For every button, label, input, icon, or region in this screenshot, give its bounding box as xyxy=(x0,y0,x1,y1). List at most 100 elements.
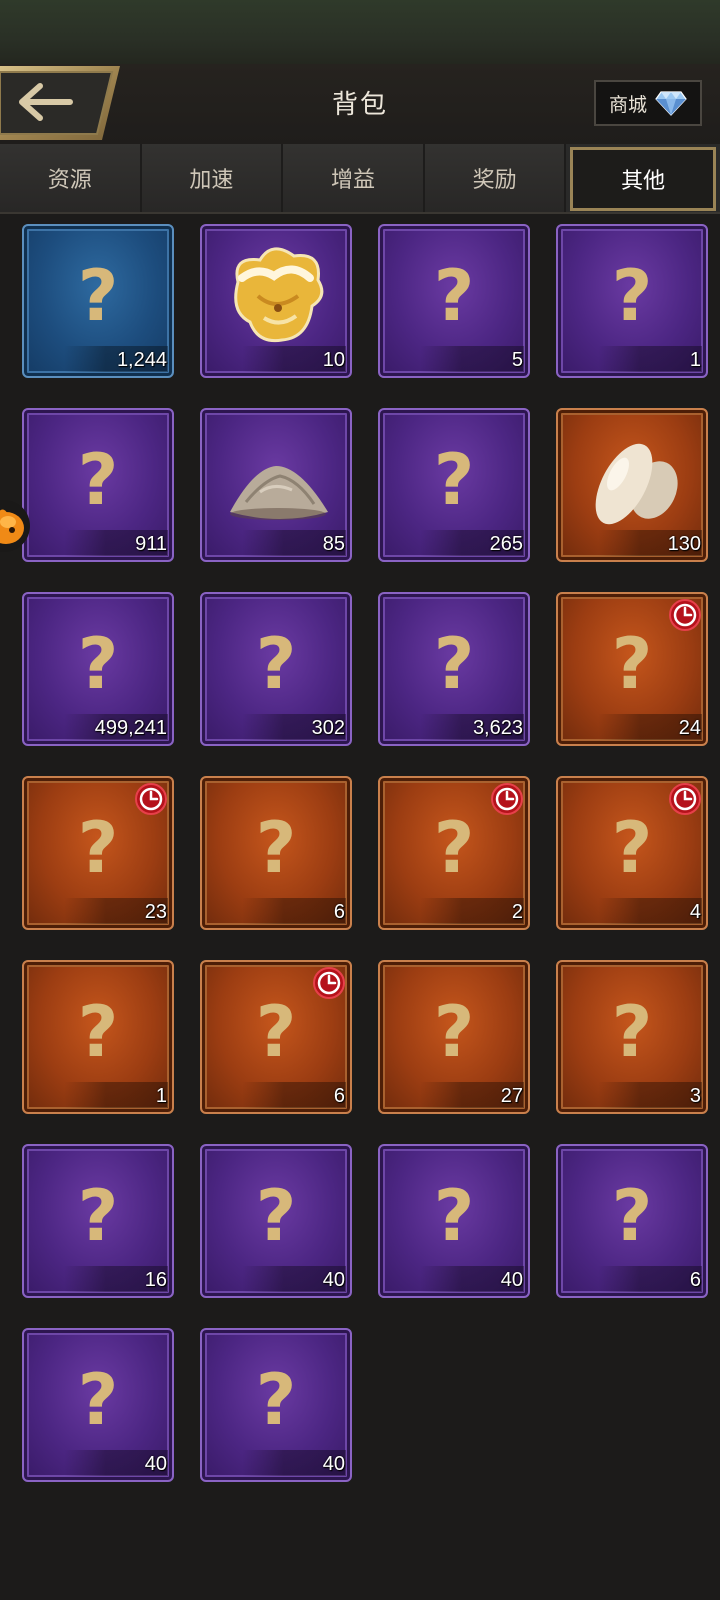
question-mark-icon: ? xyxy=(611,623,653,705)
item-count: 911 xyxy=(135,533,167,555)
tab-rewards[interactable]: 奖励 xyxy=(424,144,567,212)
inventory-item[interactable]: ? 911 xyxy=(22,408,174,562)
shop-button-label: 商城 xyxy=(608,94,647,116)
item-count: 40 xyxy=(322,1453,345,1475)
inventory-grid: ? 1,244 10? 5? 1? 911 85? 265 130? 499,241? 302? 3,… xyxy=(22,224,712,1482)
item-count: 40 xyxy=(144,1453,167,1475)
tab-other[interactable]: 其他 xyxy=(570,147,716,211)
item-count: 6 xyxy=(689,1269,701,1291)
item-count: 4 xyxy=(689,901,701,923)
question-mark-icon: ? xyxy=(611,255,653,337)
inventory-item[interactable]: ? 302 xyxy=(200,592,352,746)
inventory-item[interactable]: ? 6 xyxy=(200,960,352,1114)
inventory-item[interactable]: 85 xyxy=(200,408,352,562)
inventory-item[interactable]: ? 27 xyxy=(378,960,530,1114)
question-mark-icon: ? xyxy=(611,991,653,1073)
question-mark-icon: ? xyxy=(433,623,475,705)
question-mark-icon: ? xyxy=(611,1175,653,1257)
inventory-item[interactable]: ? 3,623 xyxy=(378,592,530,746)
inventory-item[interactable]: ? 1,244 xyxy=(22,224,174,378)
diamond-icon xyxy=(655,91,687,116)
inventory-item[interactable]: ? 1 xyxy=(22,960,174,1114)
inventory-item[interactable]: ? 1 xyxy=(556,224,708,378)
item-count: 85 xyxy=(322,533,345,555)
question-mark-icon: ? xyxy=(611,807,653,889)
item-count: 23 xyxy=(144,901,167,923)
question-mark-icon: ? xyxy=(77,1175,119,1257)
inventory-item[interactable]: ? 40 xyxy=(22,1328,174,1482)
floating-assistant-icon[interactable] xyxy=(0,494,38,558)
item-count: 3 xyxy=(689,1085,701,1107)
item-count: 5 xyxy=(511,349,523,371)
item-count: 27 xyxy=(500,1085,523,1107)
inventory-item[interactable]: ? 23 xyxy=(22,776,174,930)
item-count: 3,623 xyxy=(472,717,523,739)
inventory-item[interactable]: ? 3 xyxy=(556,960,708,1114)
inventory-item[interactable]: ? 6 xyxy=(556,1144,708,1298)
inventory-item[interactable]: ? 6 xyxy=(200,776,352,930)
header-bar: 背包 商城 xyxy=(0,64,720,144)
inventory-item[interactable]: 130 xyxy=(556,408,708,562)
category-tabs: 资源 加速 增益 奖励 其他 xyxy=(0,144,720,214)
question-mark-icon: ? xyxy=(77,807,119,889)
item-count: 10 xyxy=(322,349,345,371)
inventory-item[interactable]: ? 40 xyxy=(200,1144,352,1298)
tab-boosts[interactable]: 增益 xyxy=(283,144,425,212)
count-background xyxy=(242,1082,346,1108)
count-background xyxy=(598,1082,702,1108)
item-count: 302 xyxy=(311,717,345,739)
question-mark-icon: ? xyxy=(433,991,475,1073)
item-count: 16 xyxy=(144,1269,167,1291)
item-count: 1,244 xyxy=(116,349,167,371)
item-count: 265 xyxy=(489,533,523,555)
item-count: 40 xyxy=(500,1269,523,1291)
question-mark-icon: ? xyxy=(77,623,119,705)
item-count: 1 xyxy=(689,349,701,371)
clock-icon xyxy=(135,783,167,815)
top-background xyxy=(0,0,720,64)
item-count: 1 xyxy=(155,1085,167,1107)
tab-speedups[interactable]: 加速 xyxy=(141,144,284,212)
count-background xyxy=(598,1266,702,1292)
count-background xyxy=(64,1082,168,1108)
item-count: 130 xyxy=(667,533,701,555)
item-count: 6 xyxy=(333,1085,345,1107)
question-mark-icon: ? xyxy=(255,807,297,889)
inventory-item[interactable]: ? 4 xyxy=(556,776,708,930)
tab-resources[interactable]: 资源 xyxy=(0,144,142,212)
inventory-item[interactable]: 10 xyxy=(200,224,352,378)
clock-icon xyxy=(669,599,701,631)
question-mark-icon: ? xyxy=(433,1175,475,1257)
inventory-item[interactable]: ? 24 xyxy=(556,592,708,746)
inventory-item[interactable]: ? 265 xyxy=(378,408,530,562)
inventory-item[interactable]: ? 5 xyxy=(378,224,530,378)
question-mark-icon: ? xyxy=(77,255,119,337)
inventory-item[interactable]: ? 499,241 xyxy=(22,592,174,746)
count-background xyxy=(598,346,702,372)
count-background xyxy=(242,898,346,924)
question-mark-icon: ? xyxy=(433,439,475,521)
question-mark-icon: ? xyxy=(77,439,119,521)
question-mark-icon: ? xyxy=(255,1359,297,1441)
shop-button[interactable]: 商城 xyxy=(594,80,702,126)
count-background xyxy=(420,898,524,924)
inventory-item[interactable]: ? 40 xyxy=(378,1144,530,1298)
clock-icon xyxy=(313,967,345,999)
item-count: 24 xyxy=(678,717,701,739)
item-count: 40 xyxy=(322,1269,345,1291)
inventory-item[interactable]: ? 16 xyxy=(22,1144,174,1298)
inventory-item[interactable]: ? 40 xyxy=(200,1328,352,1482)
question-mark-icon: ? xyxy=(77,991,119,1073)
question-mark-icon: ? xyxy=(255,991,297,1073)
item-count: 2 xyxy=(511,901,523,923)
item-count: 499,241 xyxy=(94,717,167,739)
count-background xyxy=(598,898,702,924)
inventory-item[interactable]: ? 2 xyxy=(378,776,530,930)
question-mark-icon: ? xyxy=(255,623,297,705)
clock-icon xyxy=(491,783,523,815)
question-mark-icon: ? xyxy=(433,255,475,337)
question-mark-icon: ? xyxy=(255,1175,297,1257)
question-mark-icon: ? xyxy=(77,1359,119,1441)
clock-icon xyxy=(669,783,701,815)
question-mark-icon: ? xyxy=(433,807,475,889)
